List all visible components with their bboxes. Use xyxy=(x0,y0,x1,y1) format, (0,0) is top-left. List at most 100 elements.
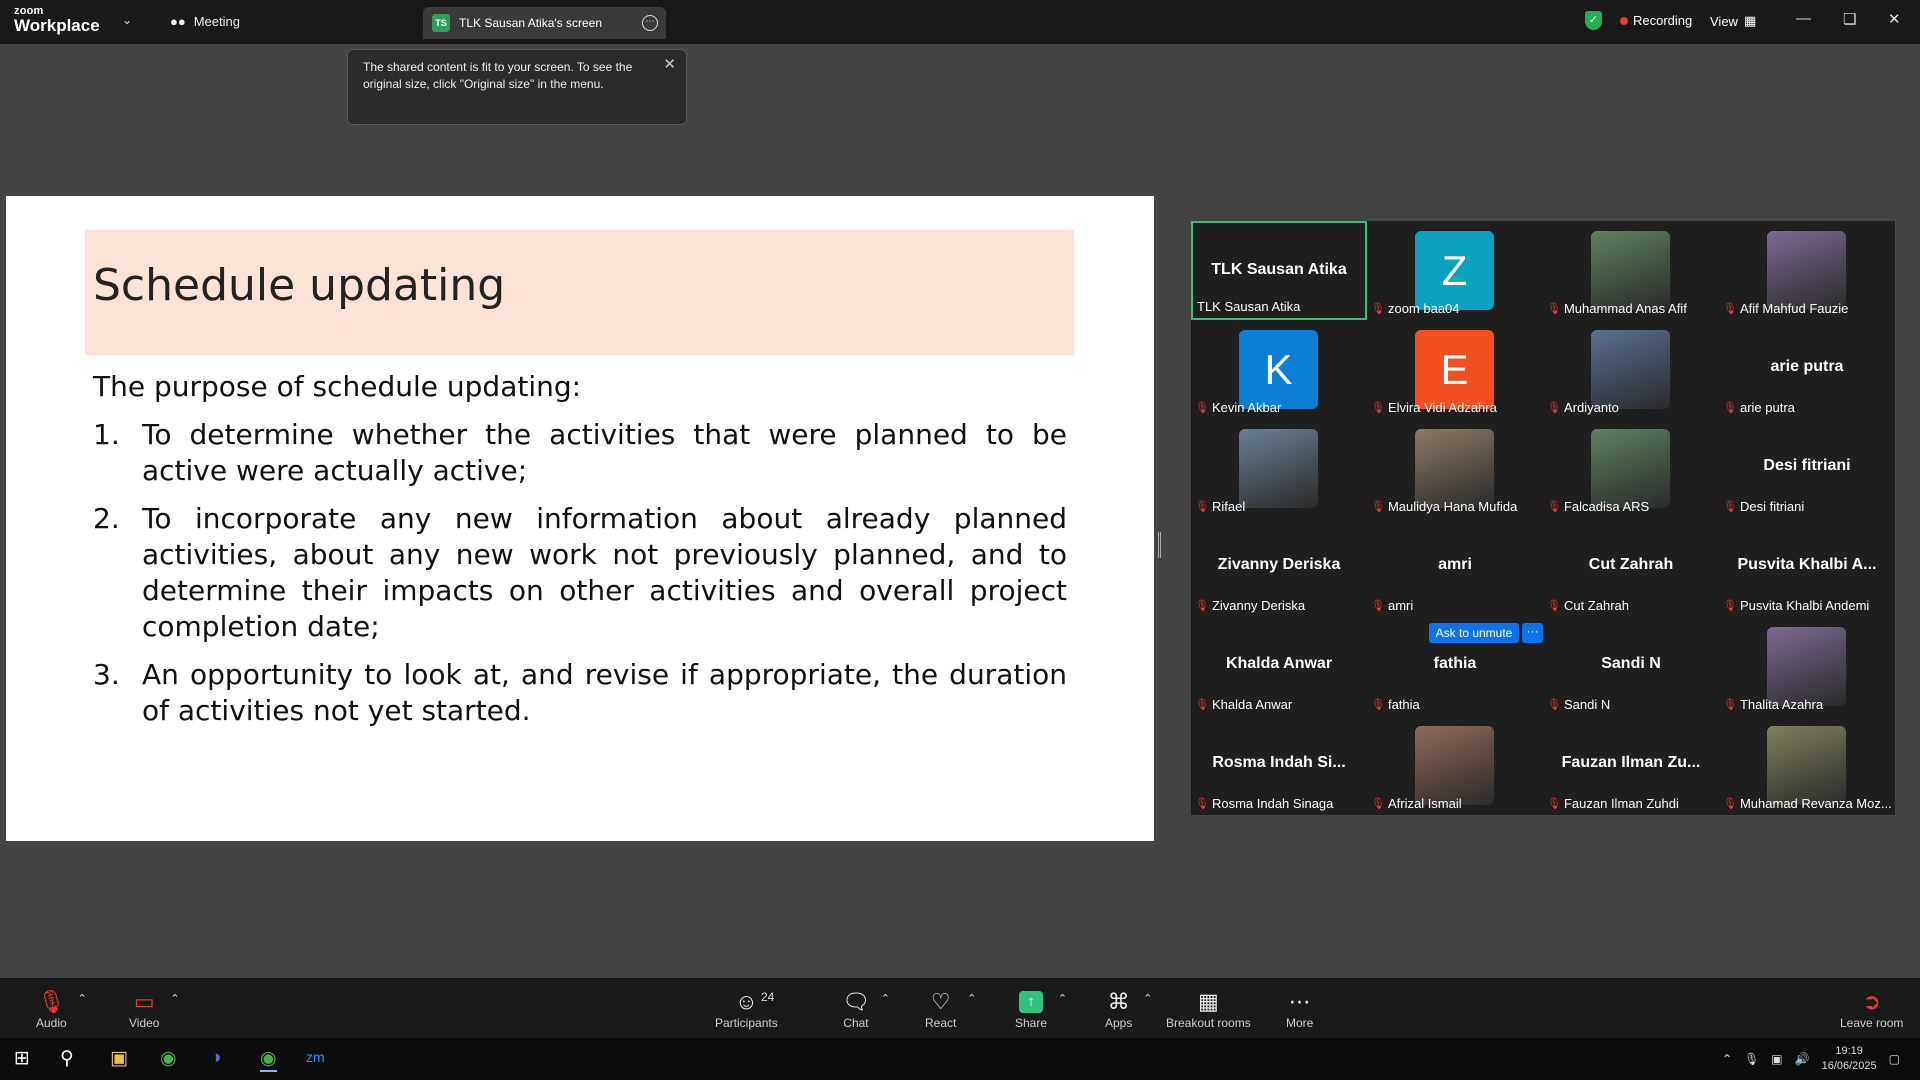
caret-up-icon[interactable]: ⌃ xyxy=(77,992,86,1005)
minimize-icon[interactable]: — xyxy=(1796,10,1811,27)
people-icon: ●● xyxy=(170,14,186,29)
more-icon[interactable]: ⋯ xyxy=(642,15,658,31)
participant-name-label: 🎙 Muhamad Revanza Moz... xyxy=(1723,796,1892,811)
search-icon[interactable]: ⚲ xyxy=(60,1047,74,1070)
participant-tile[interactable]: amri 🎙 amri xyxy=(1367,518,1543,617)
chevron-up-icon[interactable]: ⌃ xyxy=(1722,1052,1732,1066)
participant-tile[interactable]: Desi fitriani 🎙 Desi fitriani xyxy=(1719,419,1895,518)
participant-tile[interactable]: Khalda Anwar 🎙 Khalda Anwar xyxy=(1191,617,1367,716)
participant-tile[interactable]: 🎙 Muhamad Revanza Moz... xyxy=(1719,716,1895,815)
participant-tile[interactable]: Cut Zahrah 🎙 Cut Zahrah xyxy=(1543,518,1719,617)
breakout-rooms-button[interactable]: ▦ Breakout rooms xyxy=(1166,988,1251,1030)
notice-text: The shared content is fit to your screen… xyxy=(363,60,633,91)
participant-tile[interactable]: E 🎙 Elvira Vidi Adzahra xyxy=(1367,320,1543,419)
breakout-rooms-icon: ▦ xyxy=(1197,989,1219,1014)
close-icon[interactable]: ✕ xyxy=(663,56,676,73)
fit-screen-notice: The shared content is fit to your screen… xyxy=(347,49,687,125)
chrome-profile-icon[interactable]: ◉ xyxy=(260,1047,277,1072)
participant-name-label: 🎙 Ardiyanto xyxy=(1547,400,1619,415)
volume-icon[interactable]: 🔊 xyxy=(1795,1052,1810,1066)
participant-tile[interactable]: 🎙 Maulidya Hana Mufida xyxy=(1367,419,1543,518)
participant-tile[interactable]: arie putra 🎙 arie putra xyxy=(1719,320,1895,419)
tab-shared-screen[interactable]: TS TLK Sausan Atika's screen ⋯ xyxy=(423,7,666,39)
restore-icon[interactable]: ❏ xyxy=(1843,10,1856,28)
network-icon[interactable]: ▣ xyxy=(1771,1052,1782,1066)
participant-photo xyxy=(1415,726,1494,805)
participant-name: Ardiyanto xyxy=(1563,400,1619,415)
participant-name: Falcadisa ARS xyxy=(1563,499,1650,514)
participant-tile[interactable]: K 🎙 Kevin Akbar xyxy=(1191,320,1367,419)
participant-photo xyxy=(1239,429,1318,508)
participant-tile[interactable]: 🎙 Ardiyanto xyxy=(1543,320,1719,419)
participant-name-label: 🎙 Khalda Anwar xyxy=(1195,697,1292,712)
mic-muted-icon: 🎙 xyxy=(1723,303,1737,315)
notifications-icon[interactable]: ▢ xyxy=(1889,1052,1900,1066)
list-text: An opportunity to look at, and revise if… xyxy=(142,658,1067,727)
recording-indicator[interactable]: Recording xyxy=(1620,13,1692,28)
more-button[interactable]: ⋯ More xyxy=(1286,988,1313,1030)
video-button[interactable]: ▭ Video ⌃ xyxy=(129,988,179,1030)
participant-tile[interactable]: Z 🎙 zoom baa04 xyxy=(1367,221,1543,320)
caret-up-icon[interactable]: ⌃ xyxy=(967,992,976,1005)
participant-tile[interactable]: 🎙 Rifael xyxy=(1191,419,1367,518)
react-button[interactable]: ♡ React ⌃ xyxy=(925,988,976,1030)
security-shield-icon[interactable]: ✓ xyxy=(1585,11,1602,30)
mic-muted-icon: 🎙 xyxy=(1371,798,1385,810)
recording-label: Recording xyxy=(1633,13,1693,28)
participant-name: Afrizal Ismail xyxy=(1387,796,1462,811)
participant-tile[interactable]: 🎙 Muhammad Anas Afif xyxy=(1543,221,1719,320)
browser-icon[interactable]: ◑ xyxy=(210,1047,221,1069)
ask-to-unmute-button[interactable]: Ask to unmute xyxy=(1429,623,1519,643)
leave-icon: ➲ xyxy=(1862,989,1881,1014)
microphone-icon[interactable]: 🎙 xyxy=(1744,1052,1759,1066)
participant-tile[interactable]: Pusvita Khalbi A... 🎙 Pusvita Khalbi Andem… xyxy=(1719,518,1895,617)
chevron-down-icon[interactable]: ⌄ xyxy=(122,13,132,27)
meeting-toolbar: 🎙 Audio ⌃ ▭ Video ⌃ ☺ Participants 24 🗨 … xyxy=(0,978,1920,1038)
caret-up-icon[interactable]: ⌃ xyxy=(1058,992,1067,1005)
participant-name: arie putra xyxy=(1739,400,1795,415)
participant-tile[interactable]: 🎙 Falcadisa ARS xyxy=(1543,419,1719,518)
zoom-logo[interactable]: zoom Workplace xyxy=(14,6,100,35)
participant-tile[interactable]: TLK Sausan Atika TLK Sausan Atika xyxy=(1191,221,1367,320)
participant-tile[interactable]: Rosma Indah Si... 🎙 Rosma Indah Sinaga xyxy=(1191,716,1367,815)
participant-tile[interactable]: 🎙 Thalita Azahra xyxy=(1719,617,1895,716)
caret-up-icon[interactable]: ⌃ xyxy=(170,992,179,1005)
participant-photo xyxy=(1767,627,1846,706)
mic-muted-icon: 🎙 xyxy=(1195,600,1209,612)
caret-up-icon[interactable]: ⌃ xyxy=(1143,992,1152,1005)
chrome-icon[interactable]: ◉ xyxy=(160,1047,177,1070)
apps-button[interactable]: ⌘ Apps ⌃ xyxy=(1105,988,1152,1030)
tile-more-button[interactable]: ··· xyxy=(1522,623,1543,643)
file-explorer-icon[interactable]: ▣ xyxy=(110,1047,128,1070)
participant-tile[interactable]: 🎙 Afif Mahfud Fauzie xyxy=(1719,221,1895,320)
participant-tile[interactable]: Zivanny Deriska 🎙 Zivanny Deriska xyxy=(1191,518,1367,617)
list-number: 2. xyxy=(93,502,120,535)
windows-start-icon[interactable]: ⊞ xyxy=(14,1047,30,1070)
participants-button[interactable]: ☺ Participants 24 xyxy=(715,988,778,1030)
share-button[interactable]: ↑ Share ⌃ xyxy=(1015,988,1067,1030)
participant-tile[interactable]: Fauzan Ilman Zu... 🎙 Fauzan Ilman Zuhdi xyxy=(1543,716,1719,815)
clock[interactable]: 19:19 16/06/2025 xyxy=(1822,1044,1877,1074)
mic-muted-icon: 🎙 xyxy=(1547,501,1561,513)
list-text: To determine whether the activities that… xyxy=(142,418,1067,487)
zoom-app-icon[interactable]: zm xyxy=(306,1049,325,1065)
mic-muted-icon: 🎙 xyxy=(1195,699,1209,711)
participant-name: Khalda Anwar xyxy=(1211,697,1293,712)
view-button[interactable]: View ▦ xyxy=(1710,13,1756,29)
leave-room-button[interactable]: ➲ Leave room xyxy=(1840,988,1903,1030)
close-icon[interactable]: ✕ xyxy=(1888,10,1901,28)
chat-button[interactable]: 🗨 Chat ⌃ xyxy=(842,988,890,1030)
participant-name: Maulidya Hana Mufida xyxy=(1387,499,1518,514)
video-label: Video xyxy=(129,1016,160,1030)
participant-name-label: 🎙 Zivanny Deriska xyxy=(1195,598,1305,613)
participant-tile[interactable]: 🎙 Afrizal Ismail xyxy=(1367,716,1543,815)
participant-tile[interactable]: Sandi N 🎙 Sandi N xyxy=(1543,617,1719,716)
meeting-tab[interactable]: ●● Meeting xyxy=(170,14,240,29)
participant-name: Thalita Azahra xyxy=(1739,697,1824,712)
list-item: 1. To determine whether the activities th… xyxy=(93,417,1067,489)
mic-muted-icon: 🎙 xyxy=(1723,798,1737,810)
caret-up-icon[interactable]: ⌃ xyxy=(881,992,890,1005)
audio-button[interactable]: 🎙 Audio ⌃ xyxy=(36,988,87,1030)
panel-splitter-handle[interactable] xyxy=(1158,532,1161,558)
participant-photo xyxy=(1767,231,1846,310)
